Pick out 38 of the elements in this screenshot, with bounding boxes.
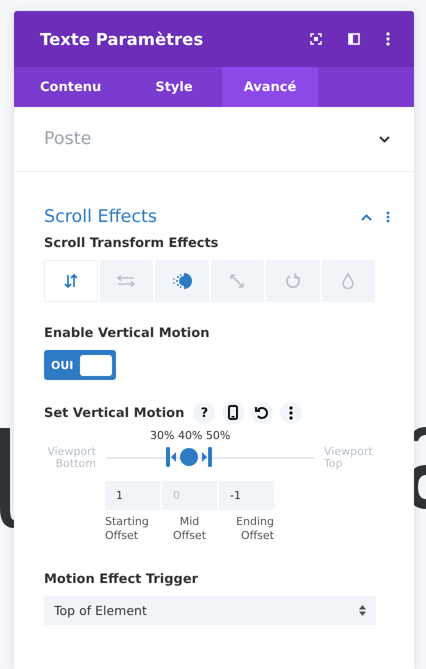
field-label: Scroll Transform Effects [44, 236, 220, 251]
field-label: Enable Vertical Motion [44, 326, 210, 341]
tab[interactable]: Style [126, 67, 222, 107]
offset-field[interactable]: -1 [219, 481, 274, 510]
trigger-select[interactable]: Top of Element [44, 596, 376, 625]
rotate-icon [284, 273, 301, 289]
viewport-label: Viewport Top [324, 446, 374, 470]
field-label: Motion Effect Trigger [44, 572, 200, 587]
more-icon[interactable] [280, 402, 302, 424]
sort-icon [359, 604, 366, 616]
effect-option[interactable] [44, 260, 98, 302]
help-button[interactable]: ? [193, 402, 216, 424]
viewport-label: Viewport Bottom [46, 446, 96, 470]
section-title[interactable]: Scroll Effects [44, 207, 347, 227]
toggle-switch[interactable]: OUI [44, 350, 116, 380]
tab[interactable]: Avancé [222, 67, 318, 107]
up-down-arrows-icon [64, 273, 78, 289]
reset-icon[interactable] [251, 402, 274, 424]
field-label: Set Vertical Motion [44, 406, 184, 420]
left-right-arrows-icon [117, 275, 136, 287]
drop-icon [342, 273, 354, 289]
fade-icon [172, 273, 192, 289]
tab[interactable]: Contenu [14, 67, 126, 107]
offset-field[interactable]: 0 [162, 481, 217, 510]
offset-label: Ending Offset [235, 515, 274, 544]
window-title: Texte Paramètres [40, 30, 204, 48]
sidebar-icon[interactable] [348, 33, 360, 45]
slider-thumb[interactable] [165, 446, 214, 468]
effect-option[interactable] [155, 260, 208, 302]
focus-icon[interactable] [310, 33, 322, 45]
diagonal-arrow-icon [229, 273, 246, 289]
offset-label: Starting Offset [105, 515, 150, 544]
more-icon[interactable] [386, 32, 390, 46]
offset-label: Mid Offset [172, 515, 208, 544]
phone-icon[interactable] [222, 402, 244, 424]
chevron-icon[interactable] [379, 136, 390, 142]
offset-field[interactable]: 1 [105, 481, 160, 510]
percentages-text: 30% 40% 50% [150, 429, 232, 442]
